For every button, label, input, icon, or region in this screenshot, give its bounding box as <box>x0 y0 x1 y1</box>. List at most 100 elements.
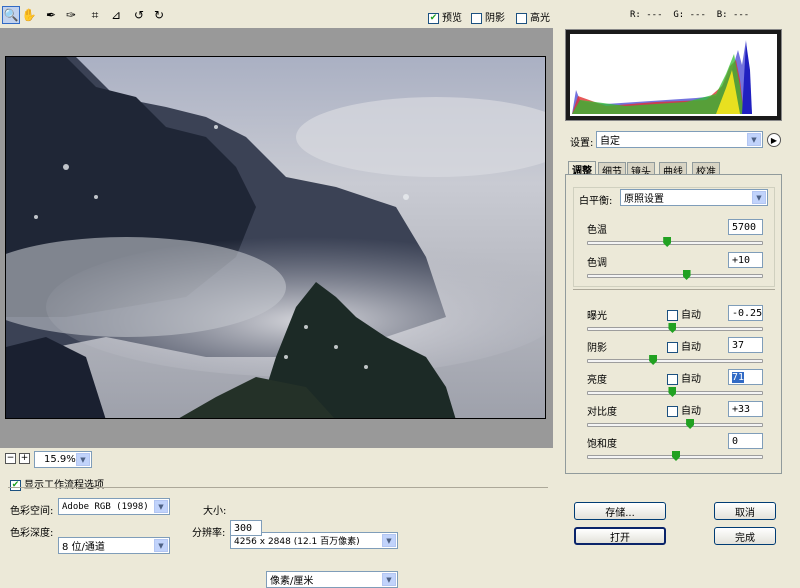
resolution-unit-select[interactable]: 像素/厘米 ▼ <box>266 571 398 588</box>
settings-select[interactable]: 自定 ▼ <box>596 131 763 148</box>
value-input[interactable]: 37 <box>728 337 763 353</box>
g-value: G: --- <box>673 10 706 20</box>
zoom-out-button[interactable]: − <box>5 453 16 464</box>
color-sampler-icon[interactable]: ✑ <box>62 6 80 24</box>
rgb-readout: R: --- G: --- B: --- <box>630 10 749 20</box>
auto-checkbox[interactable]: 自动 <box>667 370 701 385</box>
tab-curves[interactable]: 曲线 <box>659 162 687 178</box>
slider-row-1: 阴影 自动 37 <box>566 337 781 371</box>
slider-track[interactable] <box>587 355 763 365</box>
slider-track[interactable] <box>587 387 763 397</box>
slider-thumb[interactable] <box>682 270 691 280</box>
auto-checkbox[interactable]: 自动 <box>667 338 701 353</box>
white-balance-icon[interactable]: ✒ <box>42 6 60 24</box>
slider-thumb[interactable] <box>663 237 672 247</box>
histogram-graph <box>566 30 781 120</box>
value-input[interactable]: 5700 <box>728 219 763 235</box>
slider-row-1: 色调 +10 <box>566 252 781 286</box>
workflow-panel: ✔ 显示工作流程选项 色彩空间: Adobe RGB (1998) ▼ 色彩深度:… <box>0 472 553 588</box>
crop-icon[interactable]: ⌗ <box>86 6 104 24</box>
slider-thumb[interactable] <box>668 387 677 397</box>
value-text: 71 <box>732 371 745 383</box>
value-text: 37 <box>732 339 745 351</box>
slider-row-3: 对比度 自动 +33 <box>566 401 781 435</box>
checkbox-box <box>667 341 678 353</box>
auto-checkbox[interactable]: 自动 <box>667 306 701 321</box>
divider <box>8 487 548 488</box>
value-input[interactable]: -0.25 <box>728 305 763 321</box>
zoom-in-button[interactable]: + <box>19 453 30 464</box>
done-button[interactable]: 完成 <box>714 527 776 545</box>
chevron-down-icon: ▼ <box>76 453 90 466</box>
color-space-value: Adobe RGB (1998) <box>62 501 149 512</box>
tab-detail[interactable]: 细节 <box>598 162 626 178</box>
slider-thumb[interactable] <box>649 355 658 365</box>
auto-checkbox[interactable]: 自动 <box>667 402 701 417</box>
cancel-button[interactable]: 取消 <box>714 502 776 520</box>
resolution-value: 300 <box>234 522 253 534</box>
checkbox-box <box>667 309 678 321</box>
resolution-unit-value: 像素/厘米 <box>270 576 314 587</box>
slider-thumb[interactable] <box>668 323 677 333</box>
photo <box>5 56 546 419</box>
white-balance-select[interactable]: 原照设置 ▼ <box>620 189 768 206</box>
slider-track[interactable] <box>587 323 763 333</box>
zoom-icon[interactable]: 🔍 <box>2 6 20 24</box>
open-button[interactable]: 打开 <box>574 527 666 545</box>
white-balance-value: 原照设置 <box>624 194 664 205</box>
tab-lens[interactable]: 镜头 <box>627 162 655 178</box>
zoom-value: 15.9% <box>44 454 76 465</box>
tab-calibration[interactable]: 校准 <box>692 162 720 178</box>
resolution-input[interactable]: 300 <box>230 520 262 536</box>
color-space-select[interactable]: Adobe RGB (1998) ▼ <box>58 498 170 515</box>
tab-adjust[interactable]: 调整 <box>568 161 596 177</box>
value-input[interactable]: 71 <box>728 369 763 385</box>
slider-thumb[interactable] <box>686 419 695 429</box>
color-space-label: 色彩空间: <box>10 506 54 517</box>
value-input[interactable]: +33 <box>728 401 763 417</box>
done-label: 完成 <box>735 532 755 544</box>
straighten-icon[interactable]: ⊿ <box>107 6 125 24</box>
color-depth-value: 8 位/通道 <box>62 542 105 553</box>
shadows-checkbox[interactable]: 阴影 <box>471 9 505 24</box>
check-icon: ✔ <box>10 479 21 491</box>
value-input[interactable]: +10 <box>728 252 763 268</box>
highlights-checkbox[interactable]: 高光 <box>516 9 550 24</box>
slider-track[interactable] <box>587 419 763 429</box>
auto-label: 自动 <box>681 310 701 321</box>
slider-label: 饱和度 <box>587 439 617 450</box>
size-label: 大小: <box>203 506 227 517</box>
slider-thumb[interactable] <box>672 451 680 461</box>
checkbox-box <box>667 405 678 417</box>
slider-track[interactable] <box>587 270 763 280</box>
preview-label: 预览 <box>442 13 462 24</box>
color-depth-select[interactable]: 8 位/通道 ▼ <box>58 537 170 554</box>
slider-label: 阴影 <box>587 343 607 354</box>
zoom-select[interactable]: 15.9% ▼ <box>34 451 92 468</box>
show-workflow-checkbox[interactable]: ✔ 显示工作流程选项 <box>10 476 104 491</box>
slider-row-4: 饱和度 0 <box>566 433 781 467</box>
value-text: 0 <box>732 435 739 447</box>
resolution-label: 分辨率: <box>192 528 226 539</box>
slider-row-2: 亮度 自动 71 <box>566 369 781 403</box>
b-value: B: --- <box>716 10 750 20</box>
slider-track[interactable] <box>587 451 763 461</box>
settings-menu-button[interactable]: ▶ <box>767 133 781 147</box>
rotate-right-icon[interactable]: ↻ <box>150 6 168 24</box>
cancel-label: 取消 <box>735 507 755 519</box>
slider-track[interactable] <box>587 237 763 247</box>
settings-value: 自定 <box>600 136 620 147</box>
chevron-down-icon: ▼ <box>154 539 168 552</box>
r-value: R: --- <box>630 10 663 20</box>
preview-checkbox[interactable]: ✔ 预览 <box>428 9 462 24</box>
chevron-down-icon: ▼ <box>382 573 396 586</box>
value-text: 5700 <box>732 221 757 233</box>
auto-label: 自动 <box>681 406 701 417</box>
play-icon: ▶ <box>770 135 778 145</box>
divider <box>573 289 775 290</box>
save-button[interactable]: 存储... <box>574 502 666 520</box>
value-input[interactable]: 0 <box>728 433 763 449</box>
rotate-left-icon[interactable]: ↺ <box>130 6 148 24</box>
hand-icon[interactable]: ✋ <box>20 6 38 24</box>
zoom-bar: − + 15.9% ▼ <box>0 449 553 469</box>
